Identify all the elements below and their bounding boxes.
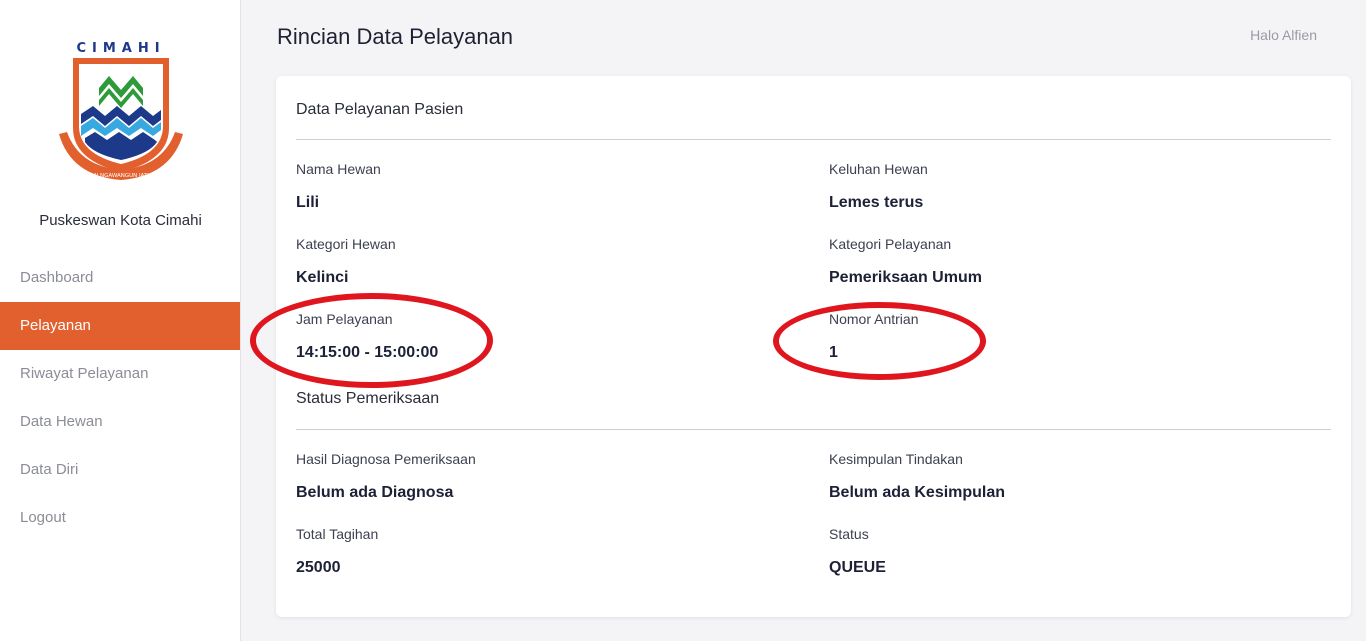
jam-pelayanan-label: Jam Pelayanan (296, 311, 393, 327)
keluhan-hewan-label: Keluhan Hewan (829, 161, 928, 177)
kategori-pelayanan-label: Kategori Pelayanan (829, 236, 952, 252)
kesimpulan-tindakan-value: Belum ada Kesimpulan (829, 484, 1006, 501)
keluhan-hewan-value: Lemes terus (829, 194, 924, 211)
sidebar-item-data-hewan[interactable]: Data Hewan (0, 398, 240, 446)
section-title-status: Status Pemeriksaan (296, 390, 440, 407)
nama-hewan-label: Nama Hewan (296, 161, 381, 177)
sidebar: CIMAHI SAUYUNAN NGAWANGUN JATI MANDIRI P… (0, 0, 241, 641)
org-name: Puskeswan Kota Cimahi (39, 212, 202, 229)
kategori-pelayanan-value: Pemeriksaan Umum (829, 269, 982, 286)
jam-pelayanan-value: 14:15:00 - 15:00:00 (296, 344, 439, 361)
total-tagihan-label: Total Tagihan (296, 526, 379, 542)
kategori-hewan-value: Kelinci (296, 269, 349, 286)
nama-hewan-value: Lili (296, 194, 320, 211)
page-title: Rincian Data Pelayanan (277, 24, 514, 49)
sidebar-item-logout[interactable]: Logout (0, 494, 240, 542)
kesimpulan-tindakan-label: Kesimpulan Tindakan (829, 451, 963, 467)
section-title-pasien: Data Pelayanan Pasien (296, 101, 464, 118)
hasil-diagnosa-label: Hasil Diagnosa Pemeriksaan (296, 451, 476, 467)
sidebar-item-dashboard[interactable]: Dashboard (0, 254, 240, 302)
user-greeting: Halo Alfien (1250, 27, 1317, 43)
cimahi-logo: CIMAHI SAUYUNAN NGAWANGUN JATI MANDIRI (0, 36, 241, 191)
total-tagihan-value: 25000 (296, 559, 341, 576)
svg-text:CIMAHI: CIMAHI (76, 41, 165, 56)
section-divider (296, 429, 1331, 430)
sidebar-item-data-diri[interactable]: Data Diri (0, 446, 240, 494)
status-value: QUEUE (829, 559, 886, 576)
sidebar-item-pelayanan[interactable]: Pelayanan (0, 302, 240, 350)
detail-card: Data Pelayanan Pasien Nama Hewan Lili Ke… (276, 76, 1351, 617)
svg-text:SAUYUNAN NGAWANGUN JATI MANDIR: SAUYUNAN NGAWANGUN JATI MANDIRI (67, 173, 174, 179)
section-divider (296, 139, 1331, 140)
nomor-antrian-label: Nomor Antrian (829, 311, 919, 327)
sidebar-item-riwayat-pelayanan[interactable]: Riwayat Pelayanan (0, 350, 240, 398)
hasil-diagnosa-value: Belum ada Diagnosa (296, 484, 454, 501)
nomor-antrian-value: 1 (829, 344, 838, 361)
sidebar-nav: Dashboard Pelayanan Riwayat Pelayanan Da… (0, 254, 240, 542)
status-label: Status (829, 526, 869, 542)
kategori-hewan-label: Kategori Hewan (296, 236, 396, 252)
